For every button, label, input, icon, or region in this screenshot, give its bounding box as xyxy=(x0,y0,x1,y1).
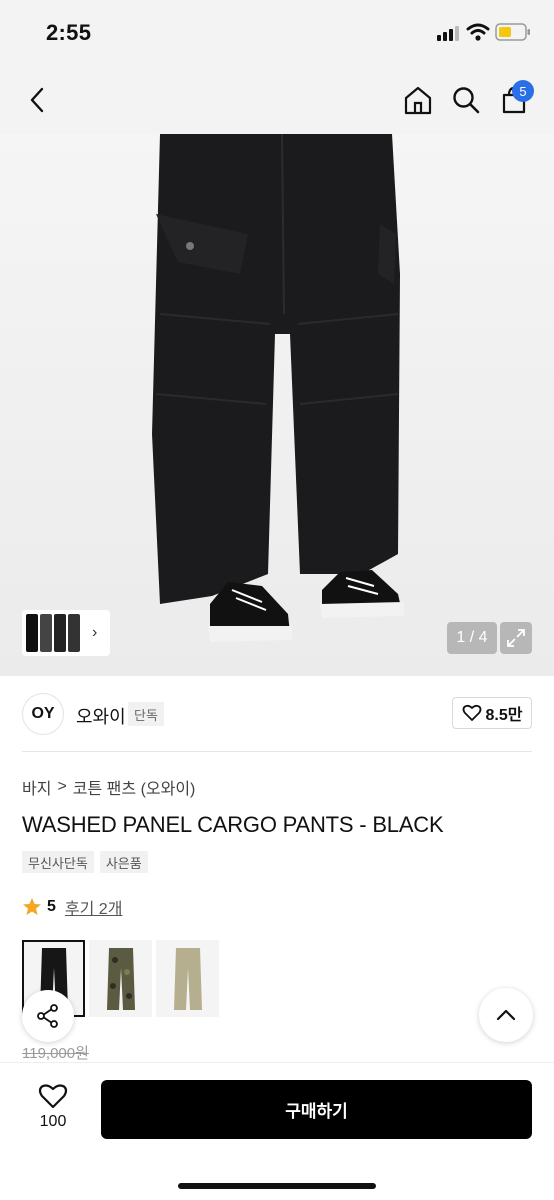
thumbnail-image xyxy=(54,614,66,652)
rating-score: 5 xyxy=(47,898,56,915)
color-option-beige[interactable] xyxy=(156,940,219,1017)
divider xyxy=(22,751,532,752)
product-title: WASHED PANEL CARGO PANTS - BLACK xyxy=(22,812,444,837)
brand-logo[interactable]: OY xyxy=(22,693,64,735)
breadcrumb-subcategory[interactable]: 코튼 팬츠 (오와이) xyxy=(73,775,196,799)
search-button[interactable] xyxy=(446,80,486,120)
exclusive-badge: 단독 xyxy=(128,702,164,726)
chevron-right-icon: › xyxy=(92,624,98,641)
product-tags: 무신사단독 사은품 xyxy=(22,851,148,873)
review-link[interactable]: 후기 2개 xyxy=(65,895,123,919)
original-price: 119,000원 xyxy=(22,1045,89,1062)
back-button[interactable] xyxy=(18,80,58,120)
wishlist-count: 100 xyxy=(39,1113,67,1130)
chevron-up-icon xyxy=(496,1009,516,1021)
star-icon xyxy=(23,898,41,915)
brand-like-button[interactable]: 8.5만 xyxy=(452,697,532,729)
status-time: 2:55 xyxy=(46,20,92,45)
buy-button[interactable]: 구매하기 xyxy=(101,1080,532,1139)
top-nav xyxy=(0,66,554,134)
bottom-action-bar: 100 구매하기 xyxy=(0,1062,554,1200)
product-tag: 사은품 xyxy=(99,851,148,873)
product-photo xyxy=(152,134,404,642)
heart-icon xyxy=(462,704,481,721)
chevron-left-icon xyxy=(30,87,44,113)
product-tag: 무신사단독 xyxy=(22,851,94,873)
brand-name[interactable]: 오와이 xyxy=(76,703,126,729)
breadcrumb-category[interactable]: 바지 xyxy=(22,775,51,799)
home-button[interactable] xyxy=(398,80,438,120)
search-icon xyxy=(453,87,480,114)
battery-icon xyxy=(495,23,530,41)
breadcrumb: 바지 > 코튼 팬츠 (오와이) xyxy=(22,775,195,799)
expand-icon xyxy=(507,629,525,647)
color-option-camo[interactable] xyxy=(89,940,152,1017)
product-image-gallery[interactable]: › 1 / 4 xyxy=(0,134,554,676)
breadcrumb-separator: > xyxy=(57,778,67,795)
pants-thumbnail xyxy=(106,947,135,1010)
pants-thumbnail xyxy=(173,947,202,1010)
brand-like-count: 8.5만 xyxy=(485,707,523,724)
share-icon xyxy=(37,1004,58,1028)
share-button[interactable] xyxy=(22,990,74,1042)
home-indicator xyxy=(178,1183,376,1189)
cart-count-badge: 5 xyxy=(512,80,534,102)
thumbnail-image xyxy=(68,614,80,652)
wifi-icon xyxy=(466,23,490,41)
fullscreen-button[interactable] xyxy=(500,622,532,654)
scroll-to-top-button[interactable] xyxy=(479,988,533,1042)
status-bar: 2:55 xyxy=(0,0,554,66)
cellular-signal-icon xyxy=(437,26,459,41)
image-counter: 1 / 4 xyxy=(447,622,497,654)
image-thumbnail-strip[interactable]: › xyxy=(22,610,110,656)
heart-icon xyxy=(38,1084,68,1109)
thumbnail-image xyxy=(40,614,52,652)
thumbnail-image xyxy=(26,614,38,652)
home-icon xyxy=(404,86,432,115)
wishlist-button[interactable]: 100 xyxy=(30,1083,76,1131)
product-rating: 5 후기 2개 xyxy=(22,895,122,919)
